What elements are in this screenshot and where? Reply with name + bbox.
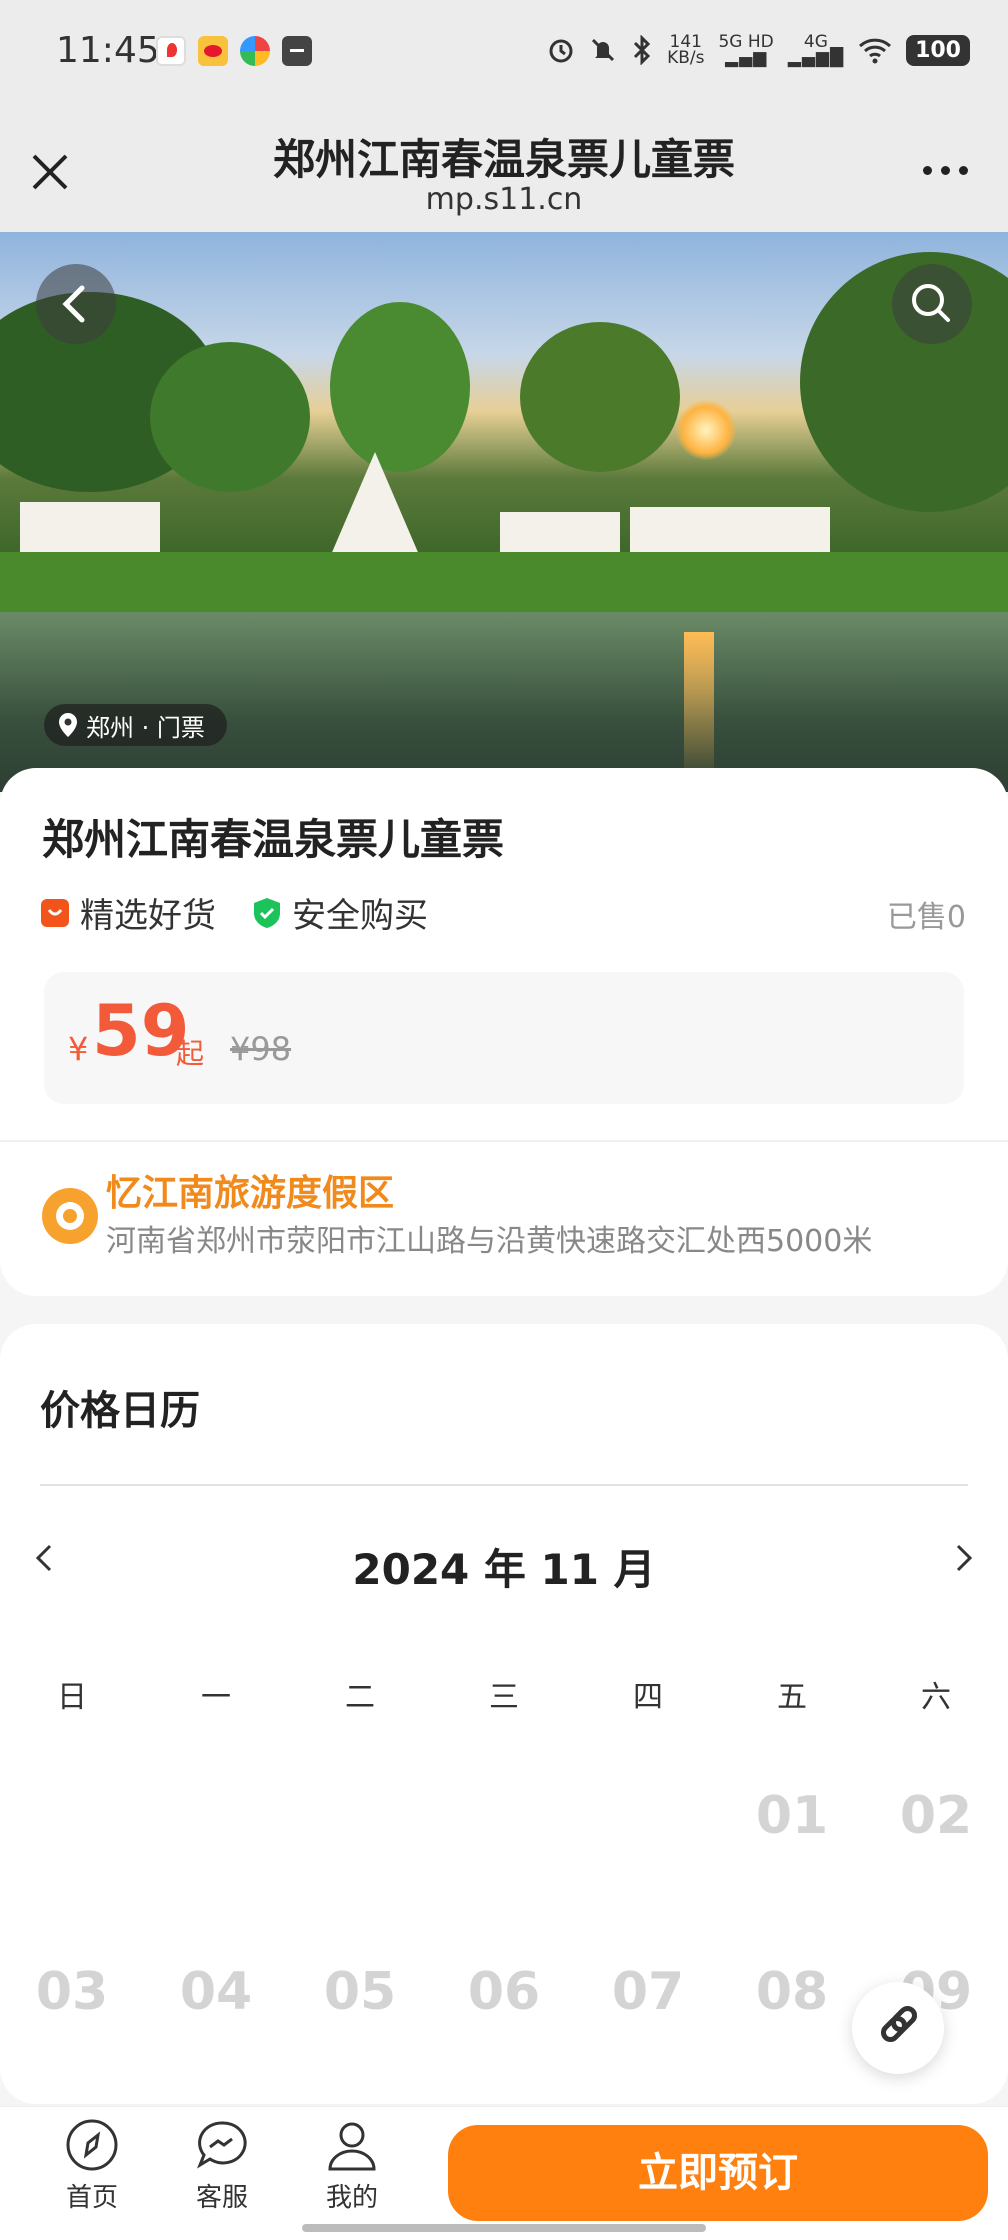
- divider: [0, 1140, 1008, 1142]
- weekday-label: 四: [633, 1680, 663, 1715]
- shield-check-icon: [254, 897, 280, 928]
- original-price: ¥98: [230, 1030, 292, 1068]
- location-tag: 郑州 · 门票: [44, 704, 227, 746]
- sun-reflection-graphic: [684, 632, 714, 782]
- next-month-icon[interactable]: [948, 1538, 978, 1578]
- calendar-days: 01 02 03 04 05 06 07 08 09: [0, 1786, 1008, 2138]
- tree-graphic: [330, 302, 470, 472]
- nav-mine-label: 我的: [325, 2183, 378, 2213]
- calendar-day-empty: [432, 1786, 576, 1962]
- location-ring-icon: [56, 1202, 84, 1230]
- venue-name[interactable]: 忆江南旅游度假区: [106, 1164, 394, 1216]
- nav-service-label: 客服: [195, 2183, 248, 2213]
- nav-mine[interactable]: 我的: [302, 2117, 402, 2214]
- sold-count: 已售0: [886, 900, 966, 935]
- calendar-day-empty: [288, 1786, 432, 1962]
- photos-app-icon: [240, 36, 270, 66]
- venue-address: 河南省郑州市荥阳市江山路与沿黄快速路交汇处西5000米: [106, 1224, 873, 1259]
- chevron-left-icon: [62, 285, 85, 323]
- location-pin-icon: [59, 713, 77, 737]
- wifi-icon: [859, 38, 892, 64]
- page-title: 郑州江南春温泉票儿童票: [272, 135, 735, 184]
- dot-icon: [941, 166, 950, 175]
- bottom-bar: 首页 客服 我的 立即预订: [0, 2106, 1008, 2240]
- location-marker-icon: [42, 1188, 98, 1244]
- calendar-month: 2024 年 11 月: [352, 1545, 656, 1594]
- divider: [40, 1484, 968, 1486]
- calendar-day[interactable]: 01: [720, 1786, 864, 1962]
- lake-graphic: [0, 612, 1008, 792]
- hero-image: 郑州 · 门票: [0, 232, 1008, 792]
- signal-bars-icon: ▂▄▆: [725, 48, 768, 68]
- search-icon: [912, 284, 950, 322]
- compass-icon: [66, 2119, 118, 2171]
- book-now-button[interactable]: 立即预订: [448, 2125, 988, 2221]
- weekday-label: 一: [201, 1680, 231, 1715]
- location-tag-label: 郑州 · 门票: [86, 713, 205, 742]
- tag-selected-label: 精选好货: [80, 896, 216, 936]
- price-value: 59: [92, 990, 190, 1072]
- status-right: 141 KB/s 5G HD ▂▄▆ 4G ▂▄▆█ 100: [547, 34, 970, 68]
- product-tags: 精选好货 安全购买: [40, 888, 464, 937]
- message-app-icon: [282, 36, 312, 66]
- calendar-day-empty: [576, 1786, 720, 1962]
- calendar-title: 价格日历: [40, 1388, 200, 1434]
- alarm-icon: [549, 39, 573, 63]
- title-bar: 郑州江南春温泉票儿童票 mp.s11.cn: [0, 110, 1008, 232]
- weekday-label: 六: [921, 1680, 951, 1715]
- dot-icon: [959, 166, 968, 175]
- product-title: 郑州江南春温泉票儿童票: [42, 815, 505, 864]
- nav-home[interactable]: 首页: [42, 2117, 142, 2214]
- bag-icon: [41, 898, 69, 927]
- tree-graphic: [520, 322, 680, 472]
- calendar-day-empty: [144, 1786, 288, 1962]
- weekday-label: 三: [489, 1680, 519, 1715]
- price-suffix: 起: [176, 1037, 205, 1070]
- tent-graphic: [20, 502, 160, 557]
- sun-graphic: [676, 400, 736, 460]
- map-app-icon: [156, 36, 186, 66]
- nav-home-label: 首页: [65, 2183, 118, 2213]
- tag-selected: 精选好货: [40, 888, 216, 937]
- search-button[interactable]: [892, 264, 972, 344]
- nav-service[interactable]: 客服: [172, 2117, 272, 2214]
- calendar-day[interactable]: 02: [864, 1786, 1008, 1962]
- chat-icon: [196, 2121, 247, 2169]
- tent-graphic: [500, 512, 620, 557]
- battery-indicator: 100: [906, 34, 970, 66]
- tag-safe: 安全购买: [252, 888, 428, 937]
- product-card: 郑州江南春温泉票儿童票 精选好货 安全购买 已售0 ¥ 59 起 ¥98 忆江南…: [0, 768, 1008, 1296]
- currency-symbol: ¥: [68, 1030, 89, 1068]
- net-speed: 141 KB/s: [667, 34, 705, 68]
- user-icon: [328, 2122, 376, 2171]
- share-link-button[interactable]: [852, 1982, 944, 2074]
- signal-5g: 5G HD ▂▄▆: [718, 34, 773, 68]
- more-options-button[interactable]: [923, 166, 968, 175]
- net-speed-unit: KB/s: [667, 48, 705, 68]
- status-time: 11:45: [56, 30, 160, 71]
- signal-4g: 4G ▂▄▆█: [787, 34, 845, 68]
- price-box: ¥ 59 起 ¥98: [44, 972, 964, 1104]
- weekday-header: 日 一 二 三 四 五 六: [0, 1672, 1008, 1716]
- mute-icon: [592, 38, 615, 62]
- notification-icons: [156, 36, 312, 66]
- dot-icon: [923, 166, 932, 175]
- bluetooth-icon: [634, 35, 651, 65]
- link-icon: [880, 2005, 918, 2043]
- tag-safe-label: 安全购买: [292, 896, 428, 936]
- tent-graphic: [630, 507, 830, 557]
- status-bar: 11:45 141 KB/s 5G HD ▂▄▆ 4G ▂▄▆█ 100: [0, 0, 1008, 110]
- tree-graphic: [150, 342, 310, 492]
- weekday-label: 二: [345, 1680, 375, 1715]
- weekday-label: 五: [777, 1680, 807, 1715]
- weekday-label: 日: [57, 1680, 87, 1715]
- page-url: mp.s11.cn: [425, 182, 583, 217]
- weibo-app-icon: [198, 36, 228, 66]
- calendar-day-empty: [0, 1786, 144, 1962]
- back-button[interactable]: [36, 264, 116, 344]
- home-indicator: [302, 2224, 706, 2232]
- signal-bars-icon-2: ▂▄▆█: [787, 48, 845, 68]
